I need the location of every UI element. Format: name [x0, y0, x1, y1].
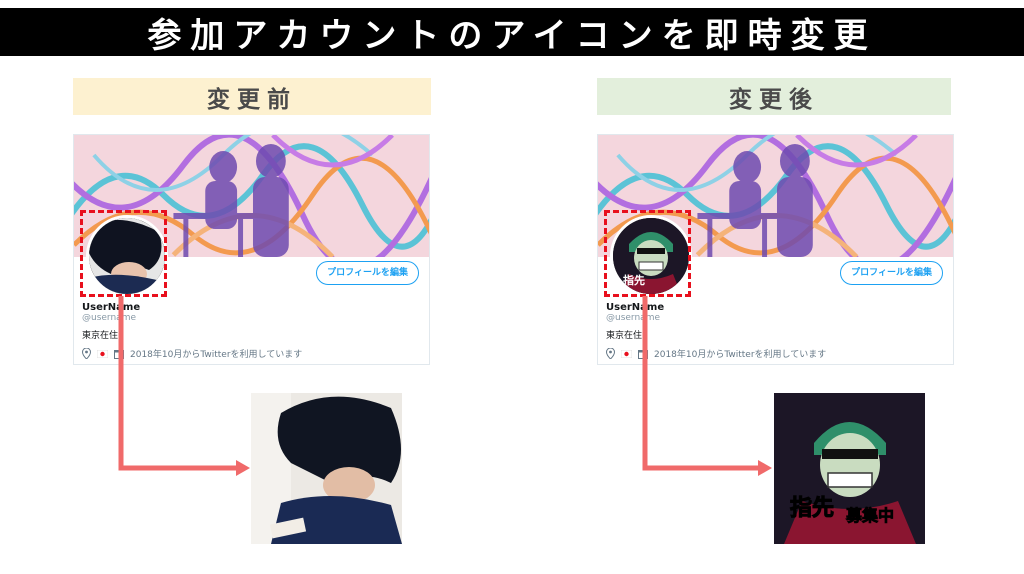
page-title: 参加アカウントのアイコンを即時変更: [0, 8, 1024, 56]
user-handle: @username: [82, 313, 136, 323]
avatar-highlight-box: [604, 210, 691, 297]
joined-date: 2018年10月からTwitterを利用しています: [654, 350, 827, 360]
calendar-icon: [114, 349, 124, 359]
avatar-highlight-box: [80, 210, 167, 297]
profile-card-before: プロフィールを編集 UserName @username 東京在住 2018年1…: [73, 134, 430, 365]
edit-profile-button[interactable]: プロフィールを編集: [840, 261, 943, 285]
display-name: UserName: [606, 302, 665, 313]
after-photo-subtitle: 募集中: [845, 506, 894, 525]
arrow-head-before: [236, 460, 250, 476]
arrow-head-after: [758, 460, 772, 476]
after-label: 変更後: [597, 78, 951, 115]
japan-flag-icon: [621, 349, 632, 358]
edit-profile-button[interactable]: プロフィールを編集: [316, 261, 419, 285]
location-pin-icon: [606, 348, 615, 359]
user-handle: @username: [606, 313, 660, 323]
location-pin-icon: [82, 348, 91, 359]
calendar-icon: [638, 349, 648, 359]
user-bio: 東京在住: [82, 331, 119, 341]
after-photo-title: 指先: [790, 496, 834, 521]
display-name: UserName: [82, 302, 141, 313]
profile-meta: 2018年10月からTwitterを利用しています: [606, 347, 826, 360]
before-label: 変更前: [73, 78, 431, 115]
profile-meta: 2018年10月からTwitterを利用しています: [82, 347, 302, 360]
profile-card-after: 指先 プロフィールを編集 UserName @username 東京在住 201…: [597, 134, 954, 365]
japan-flag-icon: [97, 349, 108, 358]
joined-date: 2018年10月からTwitterを利用しています: [130, 350, 303, 360]
user-bio: 東京在住: [606, 331, 643, 341]
before-photo: [251, 393, 402, 544]
after-photo: 指先 募集中: [774, 393, 925, 544]
